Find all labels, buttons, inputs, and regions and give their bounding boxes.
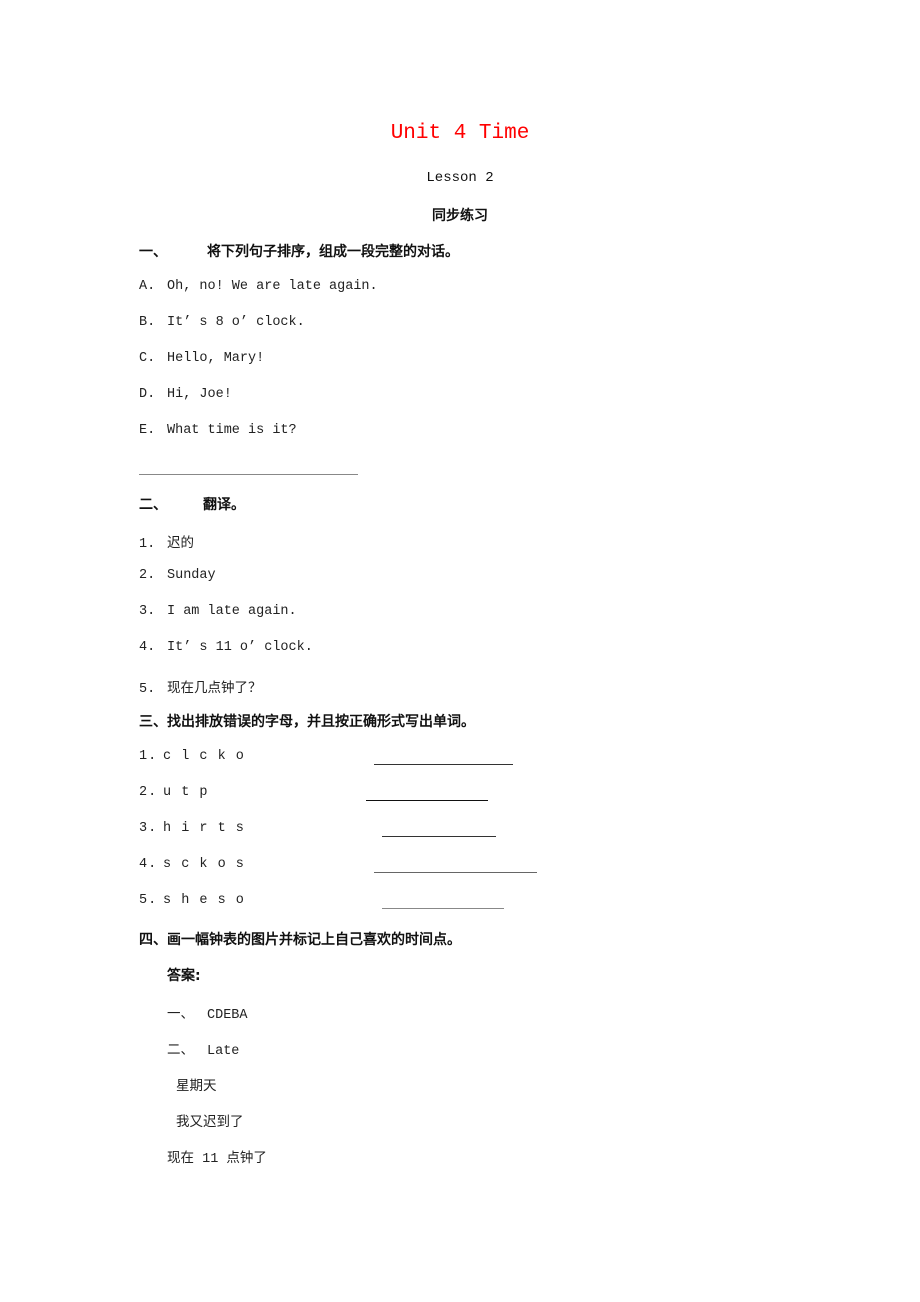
subtitle: 同步练习	[432, 208, 488, 224]
list-item: 4. s c k o s	[139, 857, 245, 872]
answer-line[interactable]	[139, 474, 358, 475]
list-item: 4. It’ s 11 o’ clock.	[139, 640, 313, 655]
section4-heading: 四、画一幅钟表的图片并标记上自己喜欢的时间点。	[139, 932, 461, 948]
list-item: 5. s h e s o	[139, 893, 245, 908]
answer-2-line3: 我又迟到了	[176, 1116, 244, 1131]
section2-number: 二、	[139, 497, 167, 513]
list-item: C. Hello, Mary!	[139, 351, 265, 366]
list-item: 1. 迟的	[139, 535, 194, 552]
section2-heading: 二、 翻译。	[139, 494, 245, 514]
lesson-label: Lesson 2	[426, 170, 494, 186]
list-item: 2. Sunday	[139, 568, 216, 583]
section1-heading: 一、 将下列句子排序，组成一段完整的对话。	[139, 241, 459, 261]
answer-1: 一、 CDEBA	[167, 1006, 248, 1023]
list-item: 1. c l c k o	[139, 749, 245, 764]
section1-number: 一、	[139, 244, 167, 260]
list-item: 3. I am late again.	[139, 604, 297, 619]
document-title: Unit 4 Time	[390, 122, 530, 145]
answer-2-line4: 现在 11 点钟了	[167, 1152, 267, 1167]
answer-blank[interactable]	[374, 764, 513, 765]
list-item: B. It’ s 8 o’ clock.	[139, 315, 305, 330]
answer-blank[interactable]	[382, 836, 496, 837]
section2-heading-text: 翻译。	[203, 497, 245, 513]
answer-blank[interactable]	[382, 908, 504, 909]
section3-heading: 三、找出排放错误的字母，并且按正确形式写出单词。	[139, 714, 475, 730]
list-item: 3. h i r t s	[139, 821, 245, 836]
list-item: D. Hi, Joe!	[139, 387, 232, 402]
list-item: 5. 现在几点钟了？	[139, 680, 262, 697]
list-item: A. Oh, no! We are late again.	[139, 279, 378, 294]
answer-blank[interactable]	[374, 872, 537, 873]
answers-heading: 答案:	[167, 968, 201, 984]
answer-2-line2: 星期天	[176, 1080, 217, 1095]
list-item: E. What time is it?	[139, 423, 297, 438]
answer-blank[interactable]	[366, 800, 488, 801]
list-item: 2. u t p	[139, 785, 209, 800]
section1-heading-text: 将下列句子排序，组成一段完整的对话。	[207, 244, 459, 260]
answer-2: 二、 Late	[167, 1042, 240, 1059]
